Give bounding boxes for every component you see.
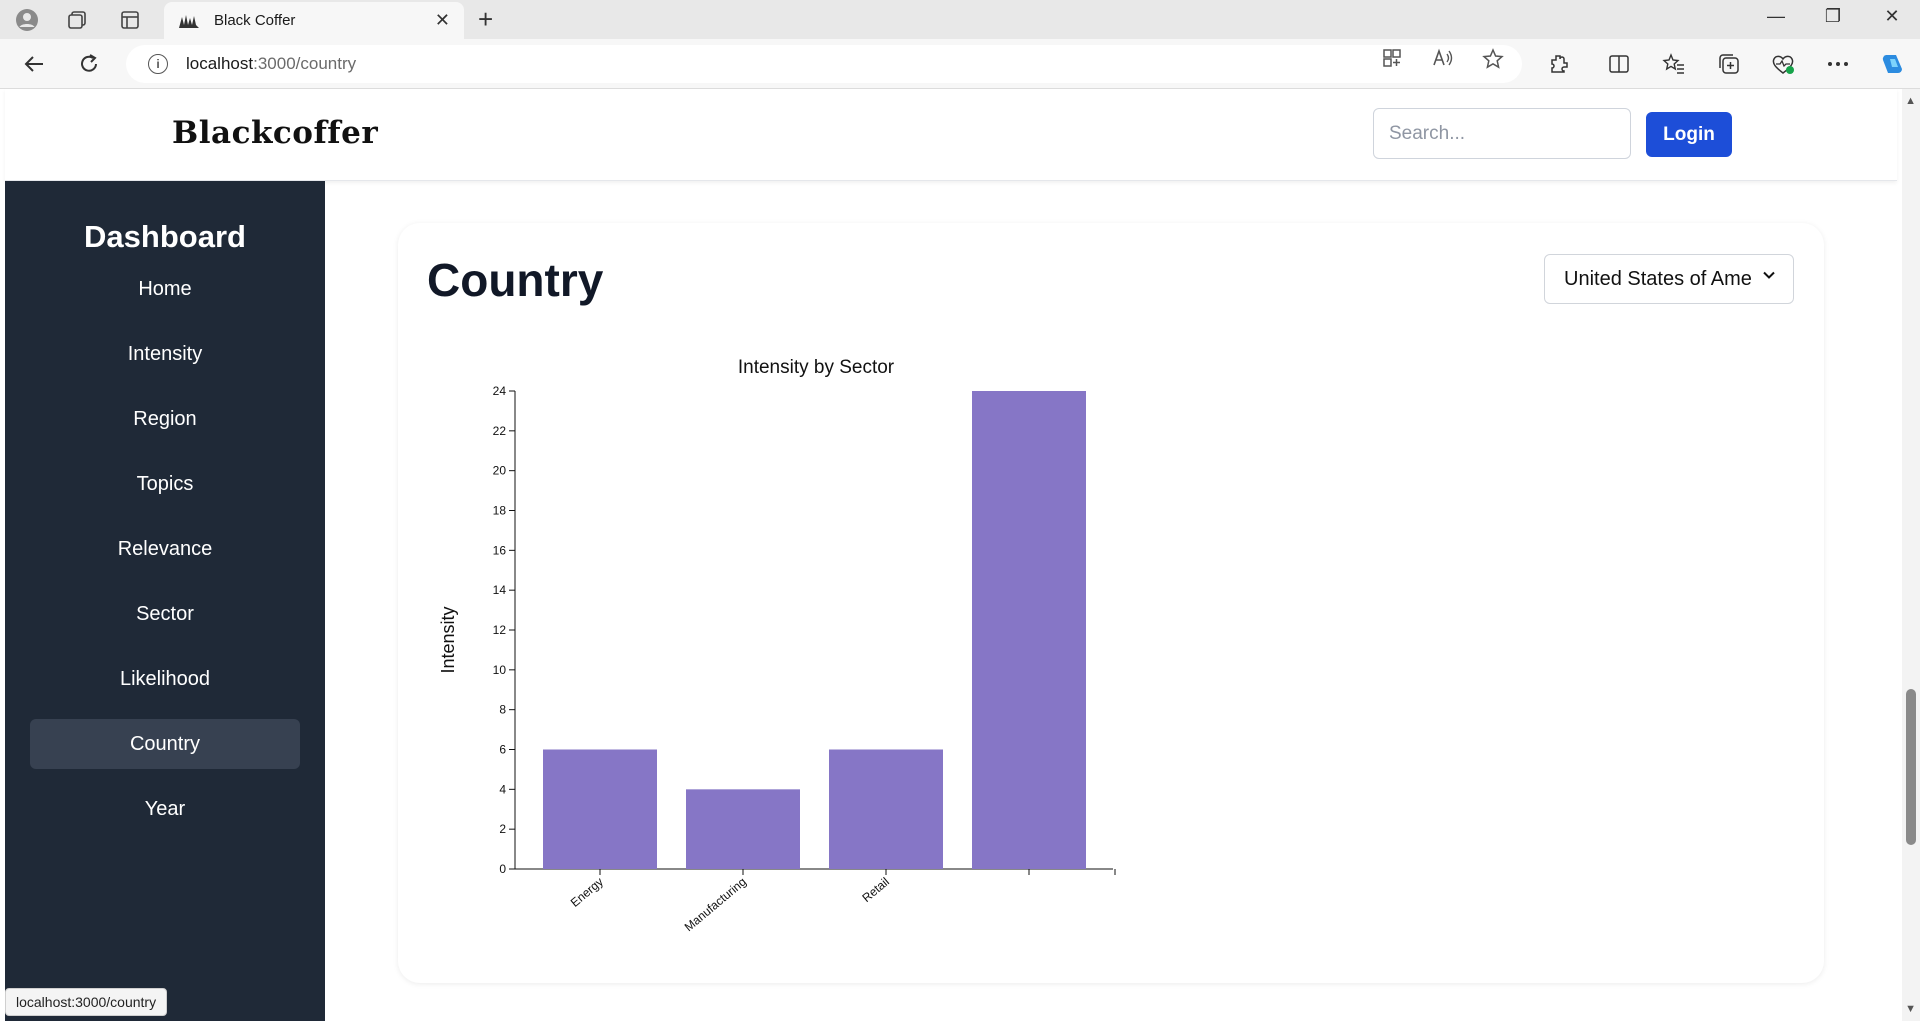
y-tick-label: 2 xyxy=(499,822,506,836)
y-tick-label: 20 xyxy=(493,464,507,478)
vertical-tabs-icon[interactable] xyxy=(117,7,143,33)
y-tick-label: 6 xyxy=(499,743,506,757)
x-tick-label: Retail xyxy=(859,875,892,905)
chevron-down-icon xyxy=(1763,271,1775,279)
top-navbar: Blackcoffer Login xyxy=(5,89,1897,181)
country-select[interactable]: United States of America xyxy=(1544,254,1794,304)
y-tick-label: 0 xyxy=(499,862,506,876)
login-button[interactable]: Login xyxy=(1646,112,1732,157)
y-tick-label: 4 xyxy=(499,782,506,796)
sidebar-item-country[interactable]: Country xyxy=(30,719,300,769)
browser-essentials-icon[interactable] xyxy=(1768,49,1798,79)
scrollbar-thumb[interactable] xyxy=(1906,689,1916,845)
url-path: :3000/country xyxy=(253,54,357,73)
extensions-icon[interactable] xyxy=(1544,49,1574,79)
y-tick-label: 14 xyxy=(493,583,507,597)
country-select-value: United States of America xyxy=(1564,267,1752,290)
new-tab-icon[interactable]: + xyxy=(478,6,493,32)
browser-tab-bar: Black Coffer ✕ + — ❐ ✕ xyxy=(0,0,1920,39)
sidebar-item-intensity[interactable]: Intensity xyxy=(30,329,300,379)
country-card: Country United States of America Intensi… xyxy=(398,223,1824,983)
y-tick-label: 18 xyxy=(493,504,507,518)
browser-address-bar: i localhost:3000/country xyxy=(0,39,1920,89)
y-tick-label: 24 xyxy=(493,384,507,398)
brand-logo[interactable]: Blackcoffer xyxy=(172,115,378,151)
sidebar-item-region[interactable]: Region xyxy=(30,394,300,444)
y-axis-label: Intensity xyxy=(438,606,458,673)
y-tick-label: 12 xyxy=(493,623,507,637)
favorite-star-icon[interactable] xyxy=(1482,48,1504,75)
x-tick-label: Energy xyxy=(568,875,606,910)
sidebar-item-relevance[interactable]: Relevance xyxy=(30,524,300,574)
scroll-down-arrow-icon[interactable]: ▼ xyxy=(1905,1003,1916,1015)
minimize-window-icon[interactable]: — xyxy=(1756,6,1796,27)
sidebar: Dashboard Home Intensity Region Topics R… xyxy=(5,181,325,1021)
back-arrow-icon[interactable] xyxy=(19,49,49,79)
intensity-bar-chart: Intensity by SectorIntensity024681012141… xyxy=(438,357,1116,935)
site-info-icon[interactable]: i xyxy=(148,54,168,74)
favorites-icon[interactable] xyxy=(1659,49,1689,79)
x-tick-label: Manufacturing xyxy=(682,875,749,935)
refresh-icon[interactable] xyxy=(74,49,104,79)
bar-energy xyxy=(543,749,657,869)
split-screen-icon[interactable] xyxy=(1604,49,1634,79)
bar-unlabeled xyxy=(972,391,1086,869)
sidebar-title: Dashboard xyxy=(84,219,246,254)
workspaces-icon[interactable] xyxy=(64,7,90,33)
y-tick-label: 8 xyxy=(499,703,506,717)
y-tick-label: 16 xyxy=(493,543,507,557)
tab-title: Black Coffer xyxy=(214,12,296,29)
page-scrollbar[interactable]: ▲ ▼ xyxy=(1902,89,1920,1021)
app-available-icon[interactable] xyxy=(1382,48,1402,73)
collections-icon[interactable] xyxy=(1714,49,1744,79)
sidebar-item-home[interactable]: Home xyxy=(30,264,300,314)
chart-title: Intensity by Sector xyxy=(738,357,895,378)
sidebar-item-likelihood[interactable]: Likelihood xyxy=(30,654,300,704)
more-options-icon[interactable] xyxy=(1823,49,1853,79)
close-tab-icon[interactable]: ✕ xyxy=(435,10,450,31)
sidebar-item-sector[interactable]: Sector xyxy=(30,589,300,639)
close-window-icon[interactable]: ✕ xyxy=(1872,6,1912,27)
copilot-icon[interactable] xyxy=(1878,49,1908,79)
browser-tab-active[interactable]: Black Coffer ✕ xyxy=(164,2,464,39)
bar-manufacturing xyxy=(686,789,800,869)
url-field[interactable]: i localhost:3000/country xyxy=(126,45,1522,83)
status-url: localhost:3000/country xyxy=(5,988,168,1016)
scroll-up-arrow-icon[interactable]: ▲ xyxy=(1905,95,1916,107)
url-host: localhost xyxy=(186,54,254,73)
sidebar-item-topics[interactable]: Topics xyxy=(30,459,300,509)
sidebar-item-year[interactable]: Year xyxy=(30,784,300,834)
restore-window-icon[interactable]: ❐ xyxy=(1813,6,1853,27)
page-viewport: Blackcoffer Login Dashboard Home Intensi… xyxy=(0,89,1920,1021)
profile-icon[interactable] xyxy=(14,7,40,33)
bar-retail xyxy=(829,749,943,869)
site-favicon-icon xyxy=(179,14,199,28)
read-aloud-icon[interactable] xyxy=(1432,48,1454,73)
y-tick-label: 10 xyxy=(493,663,507,677)
search-input[interactable] xyxy=(1373,108,1631,159)
y-tick-label: 22 xyxy=(493,424,507,438)
